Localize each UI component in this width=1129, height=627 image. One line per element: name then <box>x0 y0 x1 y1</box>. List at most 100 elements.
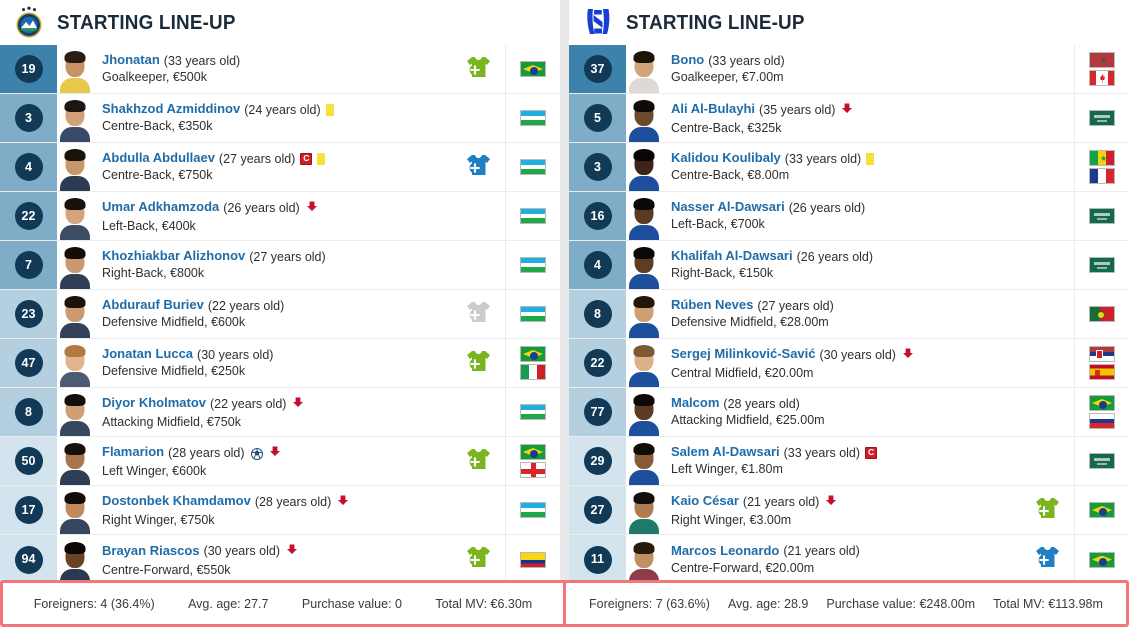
player-name-link[interactable]: Dostonbek Khamdamov <box>102 493 251 509</box>
player-photo <box>628 97 660 142</box>
table-row[interactable]: 22 Umar Adkhamzoda (26 years old) Left-Back… <box>0 192 560 241</box>
player-name-link[interactable]: Jonatan Lucca <box>102 346 193 362</box>
table-row[interactable]: 5 Ali Al-Bulayhi (35 years old) Centre-Back… <box>569 94 1129 143</box>
player-photo-cell[interactable] <box>57 437 93 485</box>
table-row[interactable]: 27 Kaio César (21 years old) Right Winger, … <box>569 486 1129 535</box>
player-photo-cell[interactable] <box>626 290 662 338</box>
lineup-title-away: STARTING LINE-UP <box>626 10 805 34</box>
table-row[interactable]: 50 Flamarion (28 years old) Left Winger, €6… <box>0 437 560 486</box>
player-name-link[interactable]: Shakhzod Azmiddinov <box>102 101 240 117</box>
player-name-link[interactable]: Diyor Kholmatov <box>102 395 206 411</box>
player-name-link[interactable]: Umar Adkhamzoda <box>102 199 219 215</box>
player-name-link[interactable]: Jhonatan <box>102 52 160 68</box>
player-name-link[interactable]: Nasser Al-Dawsari <box>671 199 785 215</box>
player-name-link[interactable]: Sergej Milinković-Savić <box>671 346 816 362</box>
player-photo-cell[interactable] <box>57 45 93 93</box>
flag-co-icon <box>520 551 546 568</box>
player-photo <box>59 440 91 485</box>
player-info: Umar Adkhamzoda (26 years old) Left-Back, … <box>93 192 451 240</box>
nationality-cell <box>1074 94 1129 142</box>
player-name-link[interactable]: Abdulla Abdullaev <box>102 150 215 166</box>
player-age: (26 years old) <box>788 200 866 215</box>
substitution-out-icon[interactable] <box>465 301 491 328</box>
player-age: (26 years old) <box>796 249 874 264</box>
table-row[interactable]: 94 Brayan Riascos (30 years old) Centre-For… <box>0 535 560 584</box>
player-photo-cell[interactable] <box>57 192 93 240</box>
player-name-link[interactable]: Kaio César <box>671 493 739 509</box>
player-photo-cell[interactable] <box>626 486 662 534</box>
player-name-link[interactable]: Flamarion <box>102 444 164 460</box>
table-row[interactable]: 19 Jhonatan (33 years old) Goalkeeper, €500… <box>0 45 560 94</box>
player-photo <box>628 440 660 485</box>
player-name-link[interactable]: Malcom <box>671 395 719 411</box>
substitution-in-icon[interactable] <box>1034 497 1060 524</box>
nationality-cell <box>505 290 560 338</box>
player-name-link[interactable]: Khalifah Al-Dawsari <box>671 248 793 264</box>
player-photo-cell[interactable] <box>626 192 662 240</box>
player-name-link[interactable]: Khozhiakbar Alizhonov <box>102 248 245 264</box>
player-photo-cell[interactable] <box>626 437 662 485</box>
player-photo-cell[interactable] <box>57 339 93 387</box>
nationality-cell: ★ <box>1074 143 1129 191</box>
table-row[interactable]: 8 Rúben Neves (27 years old) Defensive Midf… <box>569 290 1129 339</box>
player-name-link[interactable]: Salem Al-Dawsari <box>671 444 780 460</box>
nationality-cell <box>1074 241 1129 289</box>
flag-br-icon <box>520 346 546 362</box>
player-name-link[interactable]: Rúben Neves <box>671 297 753 313</box>
player-photo-cell[interactable] <box>57 94 93 142</box>
player-age: (35 years old) <box>759 102 836 117</box>
player-name-link[interactable]: Marcos Leonardo <box>671 543 779 559</box>
player-info: Abdulla Abdullaev(27 years old) Centre-Ba… <box>93 143 451 191</box>
table-row[interactable]: 77 Malcom (28 years old) Attacking Midfield… <box>569 388 1129 437</box>
substitution-cell <box>1020 486 1074 534</box>
player-info: Salem Al-Dawsari(33 years old)Left Winge… <box>662 437 1020 485</box>
nationality-cell <box>505 143 560 191</box>
nationality-cell <box>1074 535 1129 584</box>
flag-sn-icon: ★ <box>1089 150 1115 166</box>
table-row[interactable]: 3 Kalidou Koulibaly (33 years old) Centre-B… <box>569 143 1129 192</box>
table-row[interactable]: 7 Khozhiakbar Alizhonov (27 years old) Righ… <box>0 241 560 290</box>
player-info: Abdurauf Buriev (22 years old) Defensive M… <box>93 290 451 338</box>
table-row[interactable]: 4 Khalifah Al-Dawsari (26 years old) Right-… <box>569 241 1129 290</box>
player-photo-cell[interactable] <box>626 388 662 436</box>
player-photo-cell[interactable] <box>57 486 93 534</box>
player-photo-cell[interactable] <box>57 241 93 289</box>
substitution-in-icon[interactable] <box>465 546 491 573</box>
substitution-in-icon[interactable] <box>465 448 491 475</box>
player-photo-cell[interactable] <box>626 241 662 289</box>
table-row[interactable]: 4 Abdulla Abdullaev(27 years old) Centre-B… <box>0 143 560 192</box>
substitution-in-icon[interactable] <box>465 56 491 83</box>
player-photo-cell[interactable] <box>626 339 662 387</box>
player-info: Malcom (28 years old) Attacking Midfield, … <box>662 388 1020 436</box>
player-photo-cell[interactable] <box>626 94 662 142</box>
player-name-link[interactable]: Kalidou Koulibaly <box>671 150 781 166</box>
player-name-link[interactable]: Abdurauf Buriev <box>102 297 204 313</box>
table-row[interactable]: 11 Marcos Leonardo (21 years old) Centre-Fo… <box>569 535 1129 584</box>
player-name-link[interactable]: Ali Al-Bulayhi <box>671 101 755 117</box>
player-photo-cell[interactable] <box>57 143 93 191</box>
player-photo-cell[interactable] <box>626 535 662 584</box>
player-age: (33 years old) <box>163 53 241 68</box>
flag-ge-icon <box>520 462 546 478</box>
table-row[interactable]: 16 Nasser Al-Dawsari (26 years old) Left-Ba… <box>569 192 1129 241</box>
table-row[interactable]: 3 Shakhzod Azmiddinov (24 years old) Centre… <box>0 94 560 143</box>
player-name-link[interactable]: Bono <box>671 52 704 68</box>
table-row[interactable]: 47 Jonatan Lucca (30 years old) Defensive M… <box>0 339 560 388</box>
nationality-cell <box>505 339 560 387</box>
player-photo-cell[interactable] <box>57 535 93 584</box>
table-row[interactable]: 17 Dostonbek Khamdamov (28 years old) Right… <box>0 486 560 535</box>
table-row[interactable]: 22 Sergej Milinković-Savić (30 years old) C… <box>569 339 1129 388</box>
table-row[interactable]: 23 Abdurauf Buriev (22 years old) Defensive… <box>0 290 560 339</box>
nationality-cell <box>505 486 560 534</box>
player-photo-cell[interactable] <box>626 143 662 191</box>
table-row[interactable]: 8 Diyor Kholmatov (22 years old) Attacking … <box>0 388 560 437</box>
player-photo-cell[interactable] <box>57 290 93 338</box>
table-row[interactable]: 29 Salem Al-Dawsari(33 years old)Left Win… <box>569 437 1129 486</box>
substitution-in-icon[interactable] <box>465 350 491 377</box>
substitution-in-icon[interactable] <box>1034 546 1060 573</box>
player-photo-cell[interactable] <box>626 45 662 93</box>
player-name-link[interactable]: Brayan Riascos <box>102 543 200 559</box>
player-photo-cell[interactable] <box>57 388 93 436</box>
table-row[interactable]: 37 Bono (33 years old) Goalkeeper, €7.00m ★ <box>569 45 1129 94</box>
substitution-in-icon[interactable] <box>465 154 491 181</box>
